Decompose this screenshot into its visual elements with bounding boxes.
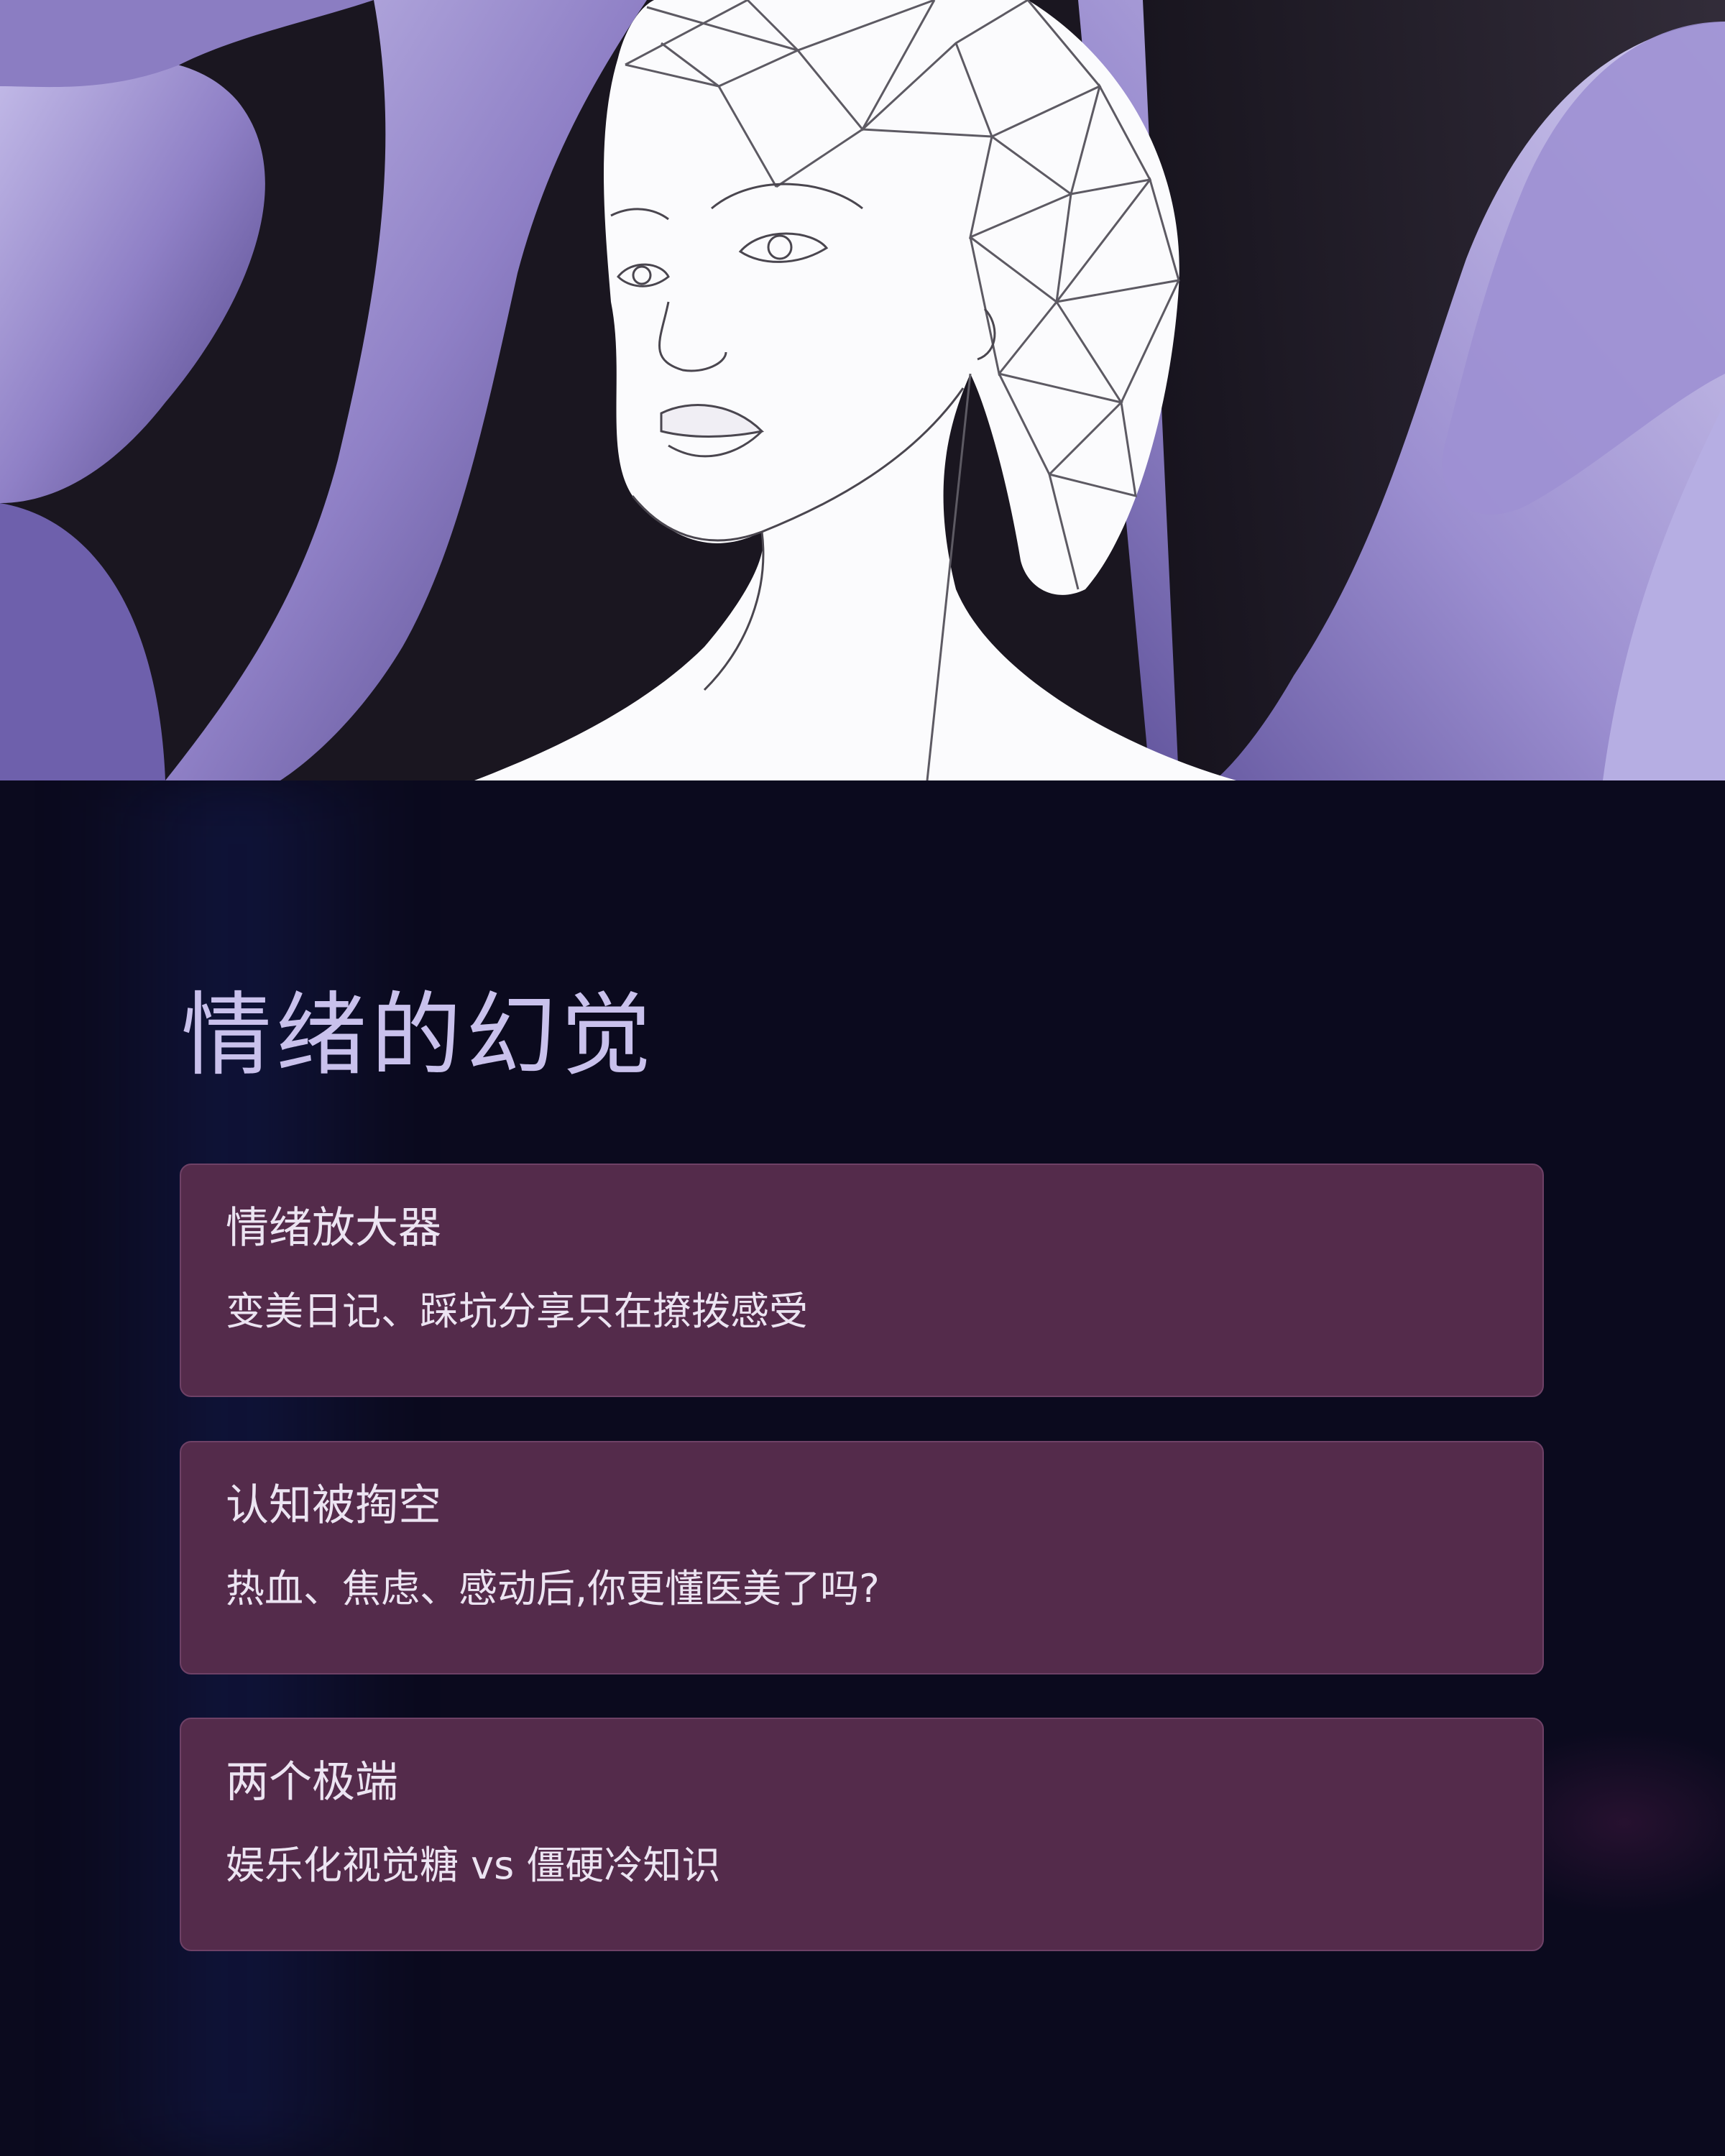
content-section: 情绪的幻觉 情绪放大器 变美日记、踩坑分享只在撩拨感受 认知被掏空 热血、焦虑、…: [0, 780, 1725, 2156]
card-description: 变美日记、踩坑分享只在撩拨感受: [226, 1289, 808, 1334]
card-title: 情绪放大器: [226, 1203, 441, 1253]
info-card: 情绪放大器 变美日记、踩坑分享只在撩拨感受: [180, 1164, 1544, 1397]
card-title: 两个极端: [226, 1757, 398, 1807]
card-description: 热血、焦虑、感动后,你更懂医美了吗?: [226, 1566, 880, 1611]
info-card: 认知被掏空 热血、焦虑、感动后,你更懂医美了吗?: [180, 1441, 1544, 1674]
card-description: 娱乐化视觉糖 vs 僵硬冷知识: [226, 1843, 721, 1888]
page-title: 情绪的幻觉: [181, 982, 656, 1088]
hero-illustration: [0, 0, 1725, 780]
info-card: 两个极端 娱乐化视觉糖 vs 僵硬冷知识: [180, 1718, 1544, 1951]
card-title: 认知被掏空: [226, 1480, 441, 1531]
